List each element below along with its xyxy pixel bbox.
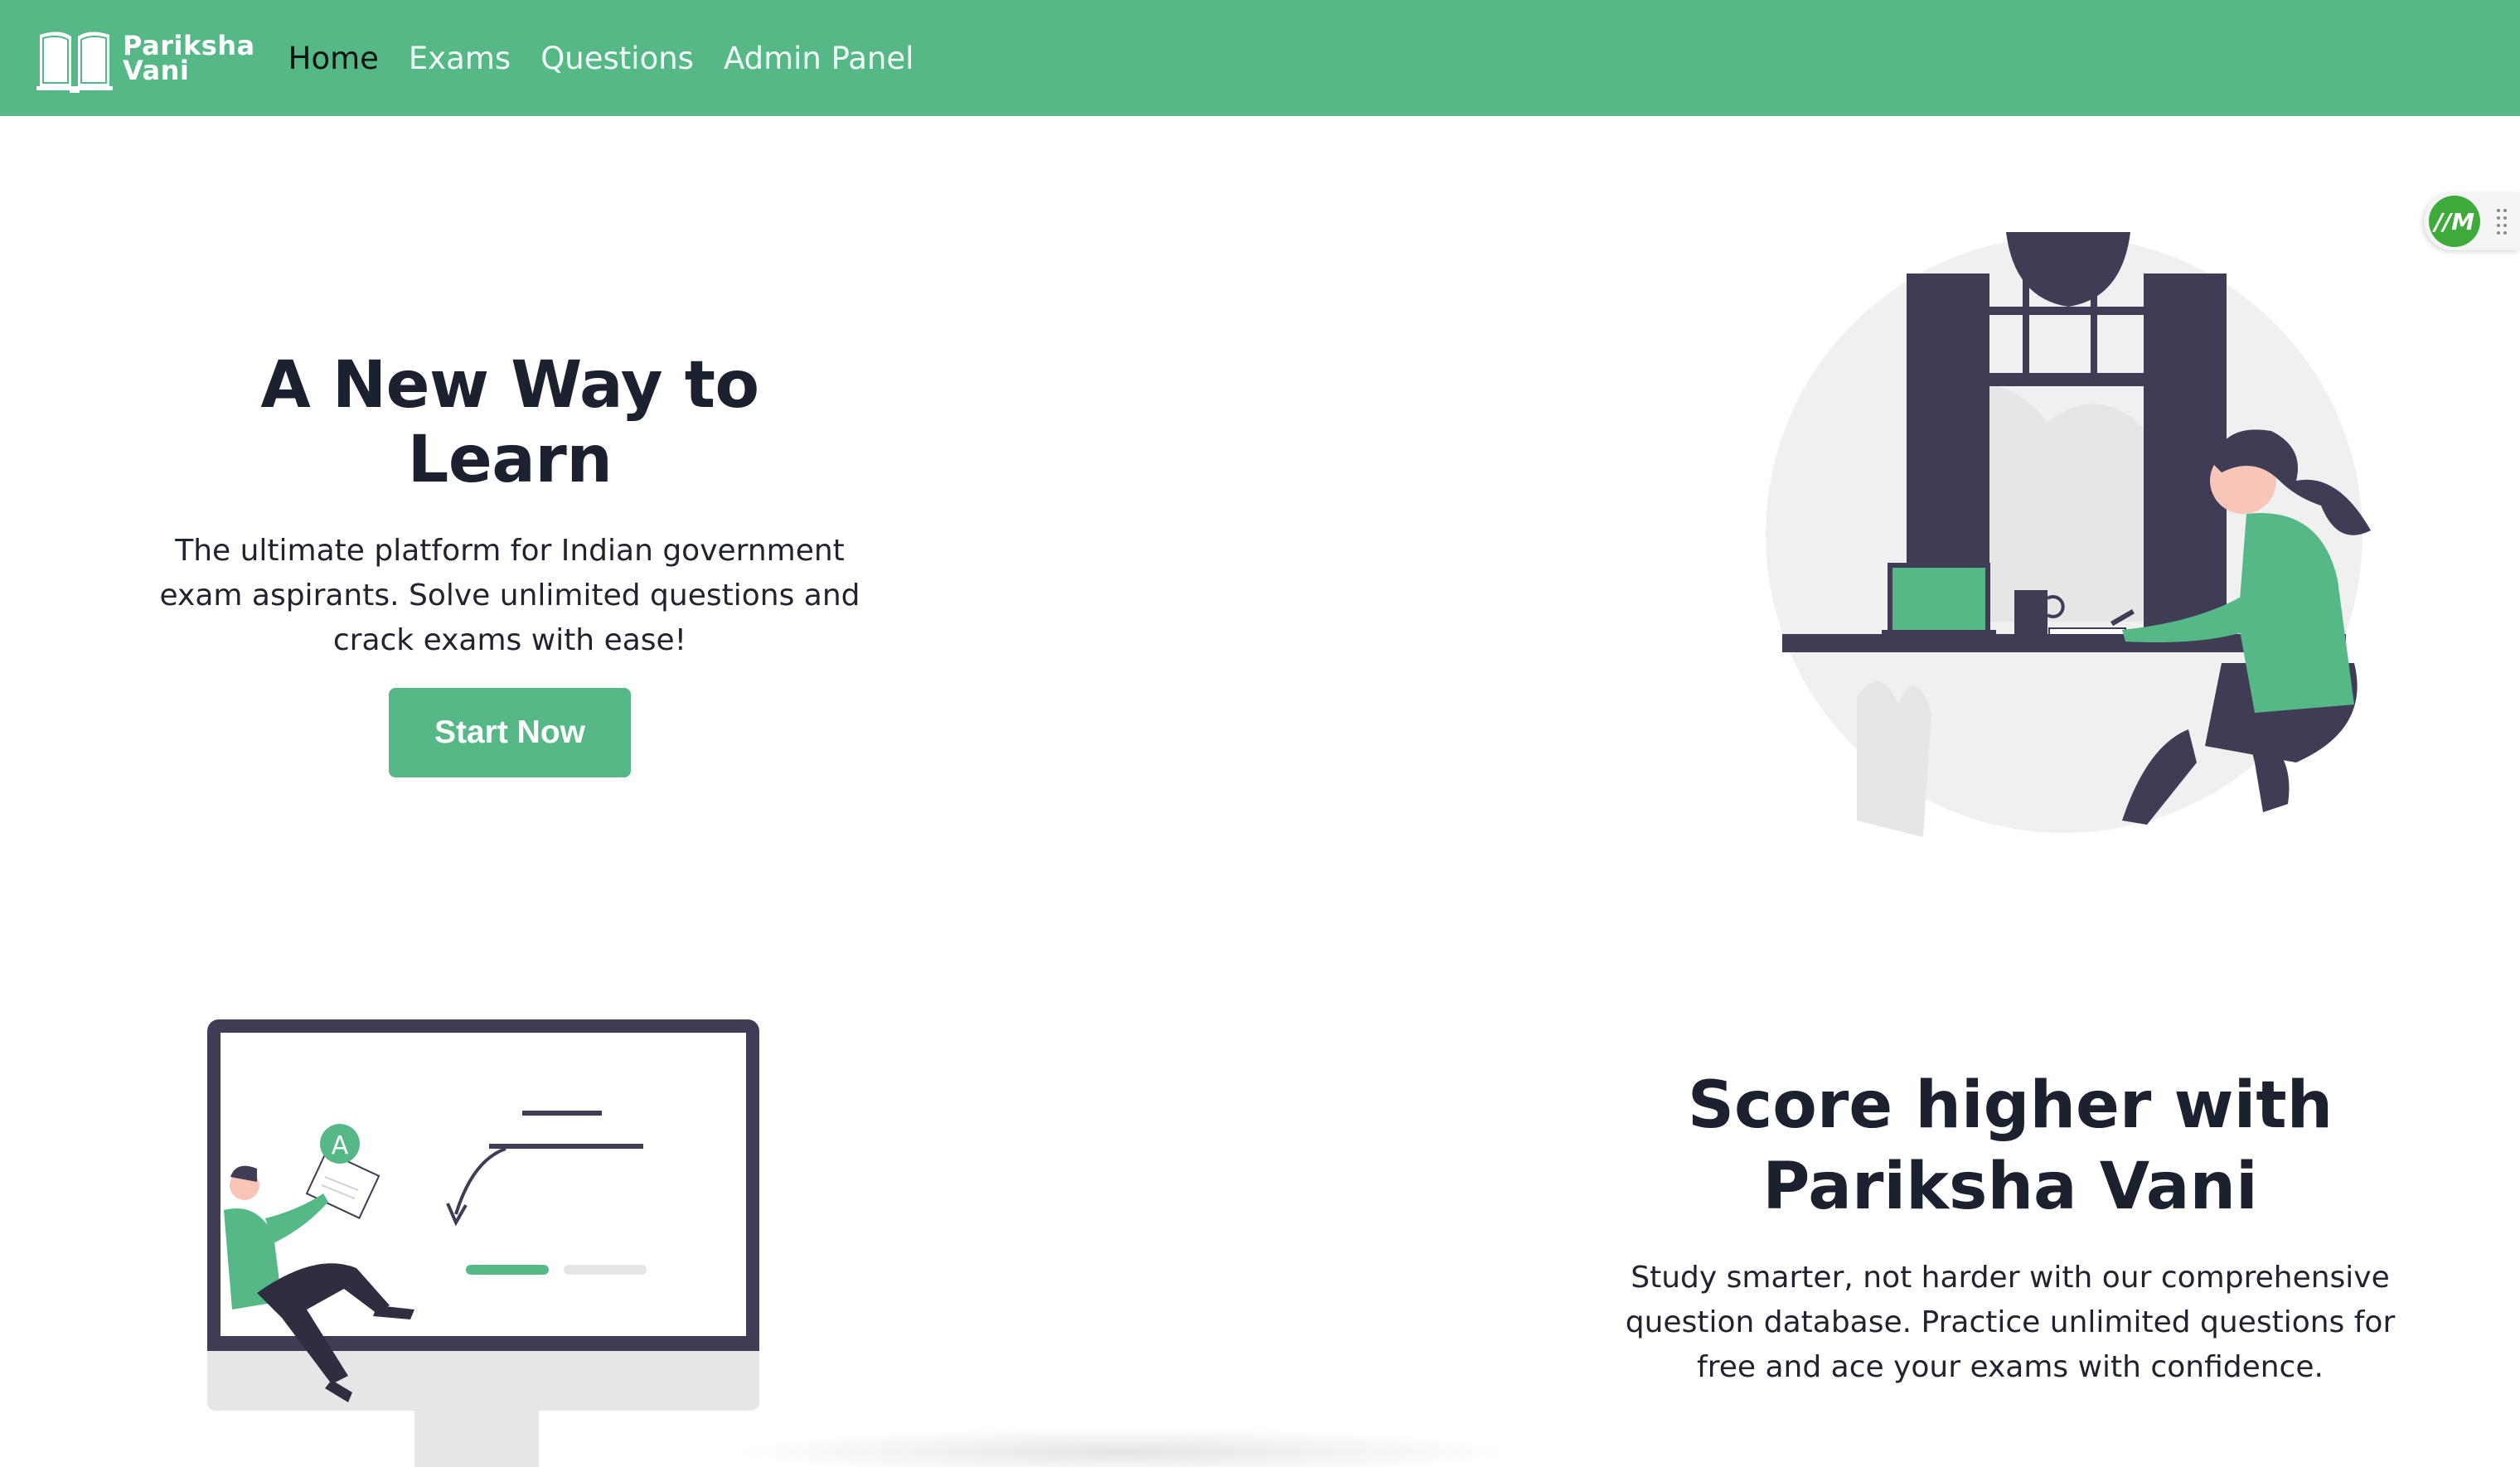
nav-item-home[interactable]: Home [288,41,379,76]
hero-section: A New Way to Learn The ultimate platform… [149,348,870,777]
section2-title: Score higher with Pariksha Vani [1687,1068,2333,1224]
brand-name: Pariksha Vani [123,32,255,86]
nav-item-admin-panel[interactable]: Admin Panel [724,41,914,76]
score-higher-section: Score higher with Pariksha Vani Study sm… [1625,1065,2396,1390]
section2-subtitle: Study smarter, not harder with our compr… [1625,1261,2396,1384]
extension-badge[interactable]: //M [2429,196,2480,247]
floating-shadow [729,1427,1517,1467]
grip-dots-icon[interactable] [2495,207,2508,237]
hero-illustration [1766,232,2371,837]
answer-badge-letter: A [332,1131,349,1160]
extension-widget[interactable]: //M [2424,192,2520,250]
exam-illustration: A [207,1019,759,1467]
start-now-button[interactable]: Start Now [388,688,631,777]
brand-name-line2: Vani [123,55,190,86]
navbar: Pariksha Vani Home Exams Questions Admin… [0,0,2520,116]
nav-links: Home Exams Questions Admin Panel [288,41,944,76]
hero-title: A New Way to Learn [260,348,759,497]
brand[interactable]: Pariksha Vani [33,0,255,116]
open-book-icon [36,31,113,93]
nav-item-questions[interactable]: Questions [540,41,694,76]
nav-item-exams[interactable]: Exams [409,41,511,76]
hero-subtitle: The ultimate platform for Indian governm… [159,534,860,657]
